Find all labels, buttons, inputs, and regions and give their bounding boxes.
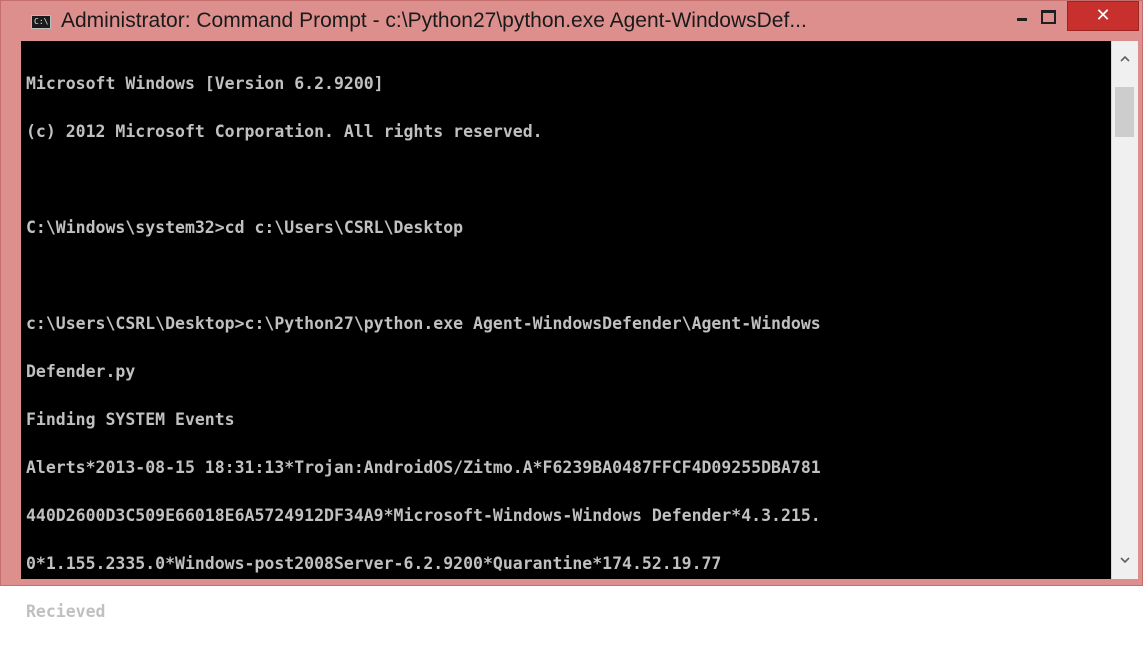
scroll-up-button[interactable] bbox=[1112, 41, 1138, 75]
console-text: Microsoft Windows [Version 6.2.9200] (c)… bbox=[26, 44, 1112, 652]
vertical-scrollbar[interactable] bbox=[1111, 41, 1138, 579]
console-line: Recieved bbox=[26, 602, 106, 621]
console-line: Defender.py bbox=[26, 362, 136, 381]
scroll-down-button[interactable] bbox=[1112, 545, 1138, 579]
minimize-icon bbox=[1017, 18, 1027, 21]
title-bar[interactable]: Administrator: Command Prompt - c:\Pytho… bbox=[1, 1, 1142, 41]
console-line: Finding SYSTEM Events bbox=[26, 410, 235, 429]
command-prompt-window[interactable]: Administrator: Command Prompt - c:\Pytho… bbox=[0, 0, 1143, 620]
console-line: c:\Users\CSRL\Desktop>c:\Python27\python… bbox=[26, 314, 821, 333]
maximize-button[interactable] bbox=[1035, 7, 1061, 27]
close-button[interactable]: ✕ bbox=[1067, 1, 1139, 31]
chevron-down-icon bbox=[1120, 557, 1130, 564]
console-line: Microsoft Windows [Version 6.2.9200] bbox=[26, 74, 384, 93]
console-line: C:\Windows\system32>cd c:\Users\CSRL\Des… bbox=[26, 218, 464, 237]
console-line: 440D2600D3C509E66018E6A5724912DF34A9*Mic… bbox=[26, 506, 821, 525]
chevron-up-icon bbox=[1120, 55, 1130, 62]
console-output[interactable]: Microsoft Windows [Version 6.2.9200] (c)… bbox=[21, 41, 1111, 620]
close-icon: ✕ bbox=[1095, 5, 1111, 26]
scroll-thumb[interactable] bbox=[1115, 87, 1134, 137]
window-title: Administrator: Command Prompt - c:\Pytho… bbox=[61, 9, 807, 32]
cmd-icon[interactable] bbox=[31, 15, 51, 29]
minimize-button[interactable] bbox=[1009, 7, 1035, 27]
console-line: Alerts*2013-08-15 18:31:13*Trojan:Androi… bbox=[26, 458, 821, 477]
maximize-icon bbox=[1041, 10, 1056, 24]
console-line: (c) 2012 Microsoft Corporation. All righ… bbox=[26, 122, 543, 141]
console-line: 0*1.155.2335.0*Windows-post2008Server-6.… bbox=[26, 554, 722, 573]
